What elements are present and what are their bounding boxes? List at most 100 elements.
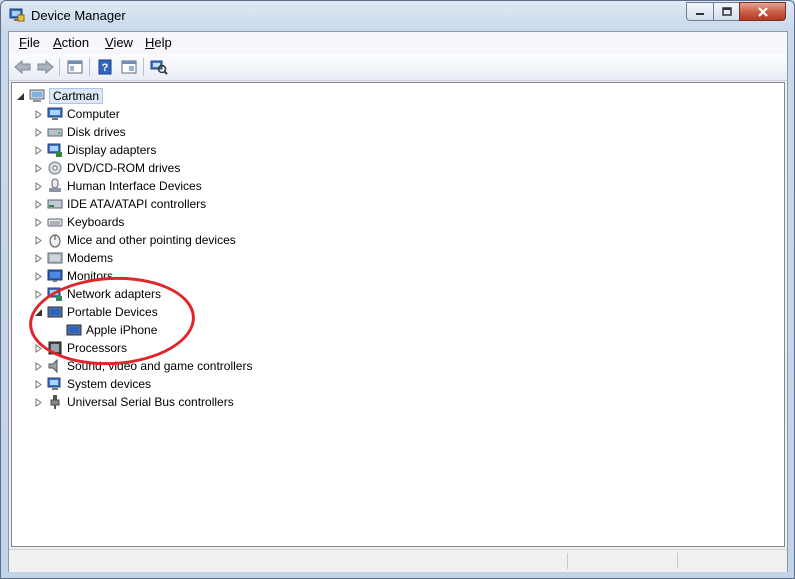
keyboard-icon <box>47 218 63 227</box>
menu-action[interactable]: Action <box>49 35 93 50</box>
status-pane <box>677 553 788 569</box>
menu-action-accel: A <box>53 35 62 50</box>
device-tree[interactable]: Cartman Computer Disk drives Display adapt… <box>11 82 785 547</box>
client-area: File Action View Help ? Cartman Computer… <box>8 31 788 572</box>
tree-item-label: Display adapters <box>67 143 157 157</box>
help-button[interactable]: ? <box>95 57 115 77</box>
expand-arrow-icon <box>35 235 42 245</box>
tree-category-item[interactable]: System devices <box>34 375 151 393</box>
computer-root-icon <box>29 89 45 102</box>
tree-category-item[interactable]: Computer <box>34 105 120 123</box>
toolbar: ? <box>9 54 787 81</box>
collapse-arrow-icon <box>17 92 24 100</box>
close-button[interactable] <box>739 2 786 21</box>
tree-item-label: Portable Devices <box>67 305 158 319</box>
expand-arrow-icon <box>35 271 42 281</box>
mouse-icon <box>49 234 61 248</box>
tree-category-item[interactable]: Processors <box>34 339 127 357</box>
ide-controller-icon <box>47 199 63 209</box>
computer-icon <box>47 107 63 120</box>
tree-category-item[interactable]: Disk drives <box>34 123 126 141</box>
toolbar-separator <box>59 58 60 76</box>
tree-item-label: Disk drives <box>67 125 126 139</box>
tree-category-item[interactable]: Mice and other pointing devices <box>34 231 236 249</box>
sound-icon <box>48 358 58 374</box>
tree-category-item[interactable]: Human Interface Devices <box>34 177 202 195</box>
collapse-arrow-icon <box>35 308 42 316</box>
disk-drive-icon <box>47 128 63 137</box>
maximize-button[interactable] <box>713 2 740 21</box>
tree-item-label: Sound, video and game controllers <box>67 359 253 373</box>
properties-button[interactable] <box>119 57 139 77</box>
dvd-drive-icon <box>48 161 62 175</box>
tree-category-item[interactable]: Sound, video and game controllers <box>34 357 252 375</box>
monitor-icon <box>47 269 63 282</box>
back-button[interactable] <box>13 57 33 77</box>
device-manager-app-icon <box>9 8 25 22</box>
tree-category-item[interactable]: Monitors <box>34 267 113 285</box>
maximize-icon <box>721 6 732 16</box>
forward-button[interactable] <box>35 57 55 77</box>
menu-bar: File Action View Help <box>9 32 787 55</box>
expand-arrow-icon <box>35 379 42 389</box>
menu-view[interactable]: View <box>101 35 137 50</box>
tree-item-label: Apple iPhone <box>86 323 158 337</box>
menu-file-accel: F <box>19 35 27 50</box>
tree-device-item[interactable]: Apple iPhone <box>66 321 157 339</box>
tree-category-item[interactable]: IDE ATA/ATAPI controllers <box>34 195 206 213</box>
expand-arrow-icon <box>35 397 42 407</box>
close-icon <box>757 6 768 17</box>
tree-category-item[interactable]: Network adapters <box>34 285 161 303</box>
toolbar-separator <box>89 58 90 76</box>
tree-item-label: Computer <box>67 107 120 121</box>
expand-arrow-icon <box>35 109 42 119</box>
network-adapter-icon <box>47 287 62 301</box>
menu-view-label: iew <box>113 35 133 50</box>
menu-help[interactable]: Help <box>141 35 176 50</box>
scan-hardware-button[interactable] <box>149 57 169 77</box>
usb-icon <box>50 395 60 409</box>
expand-arrow-icon <box>35 361 42 371</box>
tree-item-label: Monitors <box>67 269 114 283</box>
tree-category-item[interactable]: Modems <box>34 249 113 267</box>
menu-help-accel: H <box>145 35 155 50</box>
tree-category-item[interactable]: Keyboards <box>34 213 124 231</box>
tree-item-label: Processors <box>67 341 128 355</box>
svg-text:?: ? <box>102 62 109 74</box>
show-hide-console-icon <box>121 60 137 74</box>
tree-item-label: Human Interface Devices <box>67 179 202 193</box>
expand-arrow-icon <box>35 343 42 353</box>
tree-category-item[interactable]: Display adapters <box>34 141 156 159</box>
tree-item-label: Modems <box>67 251 114 265</box>
portable-device-icon <box>47 306 63 318</box>
expand-arrow-icon <box>35 181 42 191</box>
expand-arrow-icon <box>35 127 42 137</box>
iphone-device-icon <box>66 324 82 336</box>
tree-category-item[interactable]: DVD/CD-ROM drives <box>34 159 180 177</box>
tree-item-label: System devices <box>67 377 152 391</box>
menu-file[interactable]: File <box>15 35 44 50</box>
tree-item-label: IDE ATA/ATAPI controllers <box>67 197 207 211</box>
menu-help-label: elp <box>154 35 172 50</box>
title-bar[interactable]: Device Manager <box>1 1 794 31</box>
tree-item-label: Universal Serial Bus controllers <box>67 395 234 409</box>
expand-arrow-icon <box>35 217 42 227</box>
show-hide-console-tree-button[interactable] <box>65 57 85 77</box>
properties-sheet-icon <box>67 60 83 74</box>
device-manager-window: Device Manager File Action View Help ? C… <box>0 0 795 579</box>
minimize-icon <box>696 12 704 15</box>
forward-arrow-icon <box>37 59 54 75</box>
menu-action-label: ction <box>61 35 90 50</box>
minimize-button[interactable] <box>686 2 714 21</box>
tree-root[interactable]: Cartman <box>16 87 104 105</box>
modem-icon <box>47 252 63 264</box>
display-adapter-icon <box>47 143 62 157</box>
root-label: Cartman <box>49 88 104 104</box>
system-device-icon <box>47 377 61 390</box>
tree-category-item[interactable]: Portable Devices <box>34 303 158 321</box>
tree-item-label: Mice and other pointing devices <box>67 233 236 247</box>
help-icon: ? <box>98 59 112 75</box>
window-title: Device Manager <box>31 8 126 23</box>
expand-arrow-icon <box>35 145 42 155</box>
tree-category-item[interactable]: Universal Serial Bus controllers <box>34 393 234 411</box>
